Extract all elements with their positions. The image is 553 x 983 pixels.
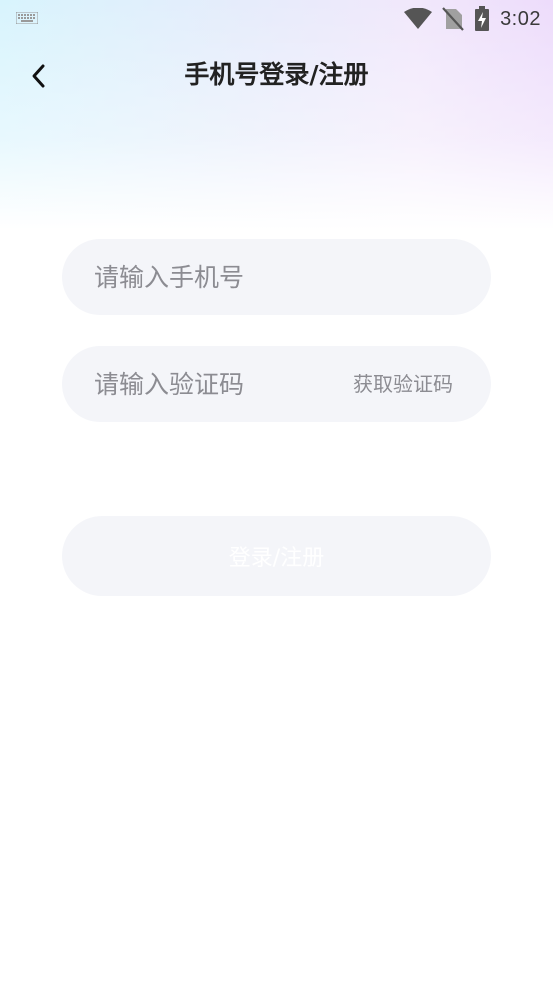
status-bar: 3:02 (0, 0, 553, 38)
status-icons: 3:02 (404, 5, 541, 33)
phone-field[interactable] (62, 239, 491, 315)
login-register-button[interactable]: 登录/注册 (62, 516, 491, 596)
title-bar: 手机号登录/注册 (0, 50, 553, 100)
battery-charging-icon (475, 6, 490, 31)
wifi-icon (404, 8, 433, 29)
verification-code-input[interactable] (94, 346, 324, 422)
status-time: 3:02 (500, 7, 541, 30)
code-field[interactable]: 获取验证码 (62, 346, 491, 422)
page-title: 手机号登录/注册 (184, 60, 369, 89)
login-screen: 3:02 手机号登录/注册 获取验证码 登录/注册 (0, 0, 553, 983)
phone-input[interactable] (94, 239, 464, 315)
keyboard-icon (16, 12, 38, 24)
get-code-button[interactable]: 获取验证码 (353, 346, 453, 422)
no-sim-icon (442, 7, 464, 31)
